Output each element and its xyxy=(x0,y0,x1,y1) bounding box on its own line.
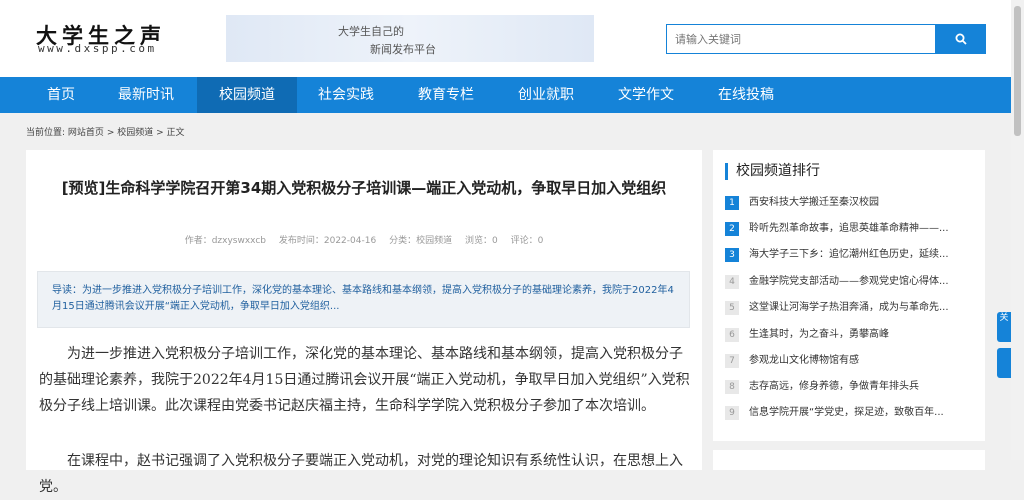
scrollbar-thumb[interactable] xyxy=(1014,6,1021,136)
breadcrumb-separator: > xyxy=(106,128,115,138)
rank-number: 4 xyxy=(725,275,739,289)
rank-link[interactable]: 信息学院开展“学党史，探足迹，致敬百年... xyxy=(749,404,977,422)
float-tab-follow[interactable]: 关 xyxy=(997,312,1011,342)
article-meta: 作者：dzxyswxxcb 发布时间：2022-04-16 分类：校园频道 浏览… xyxy=(26,233,702,246)
banner-line1: 大学生自己的 xyxy=(338,25,404,38)
ranking-item[interactable]: 6 生逢其时，为之奋斗，勇攀高峰 xyxy=(725,326,977,344)
rank-number: 5 xyxy=(725,301,739,315)
rank-number: 7 xyxy=(725,354,739,368)
breadcrumb-prefix: 当前位置: xyxy=(26,128,66,138)
nav-item-education[interactable]: 教育专栏 xyxy=(396,77,496,113)
meta-date: 发布时间：2022-04-16 xyxy=(278,236,377,246)
nav-item-latest[interactable]: 最新时讯 xyxy=(96,77,196,113)
breadcrumb-home[interactable]: 网站首页 xyxy=(68,128,104,138)
breadcrumb: 当前位置: 网站首页 > 校园频道 > 正文 xyxy=(26,125,185,138)
ranking-item[interactable]: 9 信息学院开展“学党史，探足迹，致敬百年... xyxy=(725,404,977,422)
ranking-panel: 校园频道排行 1 西安科技大学搬迁至秦汉校园 2 聆听先烈革命故事，追思英雄革命… xyxy=(713,150,985,441)
rank-number: 6 xyxy=(725,328,739,342)
rank-number: 9 xyxy=(725,406,739,420)
rank-number: 3 xyxy=(725,248,739,262)
nav-item-career[interactable]: 创业就职 xyxy=(496,77,596,113)
ranking-item[interactable]: 1 西安科技大学搬迁至秦汉校园 xyxy=(725,194,977,212)
rank-number: 8 xyxy=(725,380,739,394)
main-nav: 首页 最新时讯 校园频道 社会实践 教育专栏 创业就职 文学作文 在线投稿 xyxy=(0,77,1011,113)
rank-link[interactable]: 海大学子三下乡：追忆潮州红色历史，延续... xyxy=(749,246,977,264)
meta-comments: 评论：0 xyxy=(510,236,544,246)
rank-link[interactable]: 西安科技大学搬迁至秦汉校园 xyxy=(749,194,977,212)
nav-item-submit[interactable]: 在线投稿 xyxy=(696,77,796,113)
nav-item-campus[interactable]: 校园频道 xyxy=(197,77,297,113)
float-tab-top[interactable] xyxy=(997,348,1011,378)
page-scrollbar[interactable] xyxy=(1011,0,1024,460)
ranking-item[interactable]: 5 这堂课让河海学子热泪奔涌，成为与革命先... xyxy=(725,299,977,317)
nav-item-practice[interactable]: 社会实践 xyxy=(296,77,396,113)
rank-link[interactable]: 金融学院党支部活动——参观党史馆心得体... xyxy=(749,273,977,291)
breadcrumb-channel[interactable]: 校园频道 xyxy=(117,128,153,138)
breadcrumb-separator: > xyxy=(156,128,164,138)
article-lead: 导读：为进一步推进入党积极分子培训工作，深化党的基本理论、基本路线和基本纲领，提… xyxy=(37,271,690,328)
rank-link[interactable]: 参观龙山文化博物馆有感 xyxy=(749,352,977,370)
ranking-title: 校园频道排行 xyxy=(725,163,820,180)
rank-number: 2 xyxy=(725,222,739,236)
rank-link[interactable]: 志存高远，修身养德，争做青年排头兵 xyxy=(749,378,977,396)
ranking-item[interactable]: 4 金融学院党支部活动——参观党史馆心得体... xyxy=(725,273,977,291)
search-icon xyxy=(955,33,967,45)
article-title: [预览]生命科学学院召开第34期入党积极分子培训课—端正入党动机，争取早日加入党… xyxy=(61,179,667,197)
meta-category: 分类：校园频道 xyxy=(389,236,453,246)
ranking-item[interactable]: 2 聆听先烈革命故事，追思英雄革命精神——... xyxy=(725,220,977,238)
rank-number: 1 xyxy=(725,196,739,210)
banner-line2: 新闻发布平台 xyxy=(370,43,436,56)
rank-link[interactable]: 聆听先烈革命故事，追思英雄革命精神——... xyxy=(749,220,977,238)
breadcrumb-current: 正文 xyxy=(166,128,185,138)
secondary-panel xyxy=(713,450,985,470)
article-paragraph: 为进一步推进入党积极分子培训工作，深化党的基本理论、基本路线和基本纲领，提高入党… xyxy=(39,346,690,414)
rank-link[interactable]: 生逢其时，为之奋斗，勇攀高峰 xyxy=(749,326,977,344)
site-header: 大学生之声 www.dxspp.com 大学生自己的 新闻发布平台 xyxy=(0,0,1011,77)
ranking-item[interactable]: 8 志存高远，修身养德，争做青年排头兵 xyxy=(725,378,977,396)
nav-item-literature[interactable]: 文学作文 xyxy=(596,77,696,113)
site-logo-url: www.dxspp.com xyxy=(38,42,157,55)
meta-views: 浏览：0 xyxy=(464,236,498,246)
article-paragraph: 在课程中，赵书记强调了入党积极分子要端正入党动机，对党的理论知识有系统性认识，在… xyxy=(39,453,683,495)
ranking-item[interactable]: 7 参观龙山文化博物馆有感 xyxy=(725,352,977,370)
article-panel: [预览]生命科学学院召开第34期入党积极分子培训课—端正入党动机，争取早日加入党… xyxy=(26,150,702,495)
ranking-item[interactable]: 3 海大学子三下乡：追忆潮州红色历史，延续... xyxy=(725,246,977,264)
meta-author: 作者：dzxyswxxcb xyxy=(184,236,266,246)
search-input[interactable] xyxy=(666,24,936,54)
rank-link[interactable]: 这堂课让河海学子热泪奔涌，成为与革命先... xyxy=(749,299,977,317)
search-button[interactable] xyxy=(936,24,986,54)
header-banner: 大学生自己的 新闻发布平台 xyxy=(226,15,594,62)
